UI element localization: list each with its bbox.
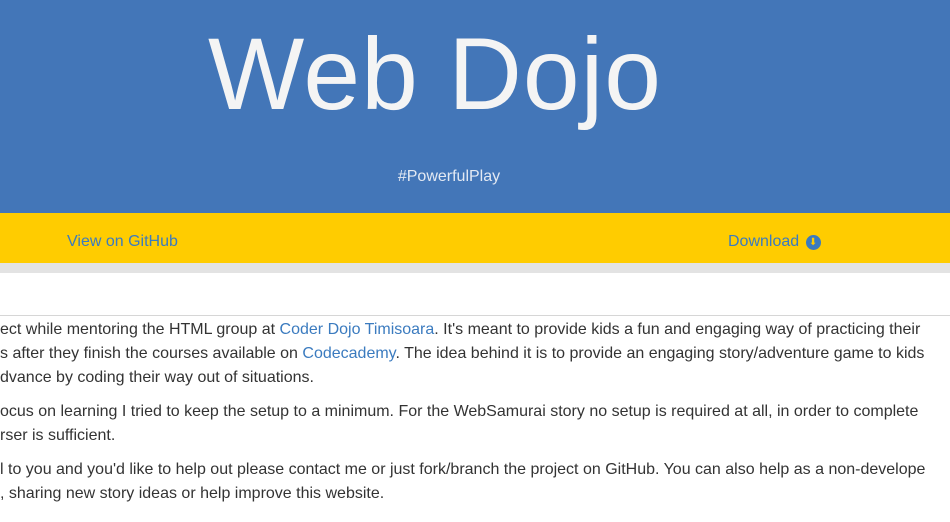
action-bar: View on GitHub Download ⬇ bbox=[0, 213, 950, 263]
intro-text: ect while mentoring the HTML group at bbox=[0, 321, 280, 338]
intro-line-3: dvance by coding their way out of situat… bbox=[0, 369, 314, 386]
intro-text: . The idea behind it is to provide an en… bbox=[395, 345, 925, 362]
setup-line-1: ocus on learning I tried to keep the set… bbox=[0, 403, 919, 420]
setup-line-2: rser is sufficient. bbox=[0, 427, 116, 444]
intro-text: s after they finish the courses availabl… bbox=[0, 345, 303, 362]
contribute-line-2: , sharing new story ideas or help improv… bbox=[0, 485, 385, 502]
view-on-github-link[interactable]: View on GitHub bbox=[67, 232, 178, 252]
hero-banner: Web Dojo #PowerfulPlay bbox=[0, 0, 950, 213]
divider bbox=[0, 315, 950, 316]
main-content: ect while mentoring the HTML group at Co… bbox=[0, 318, 950, 516]
contribute-paragraph: l to you and you'd like to help out plea… bbox=[0, 458, 950, 506]
contribute-line-1: l to you and you'd like to help out plea… bbox=[0, 461, 926, 478]
arrow-circle-down-icon: ⬇ bbox=[805, 235, 821, 250]
setup-paragraph: ocus on learning I tried to keep the set… bbox=[0, 400, 950, 448]
intro-line-1: ect while mentoring the HTML group at Co… bbox=[0, 318, 950, 342]
site-title: Web Dojo bbox=[208, 17, 663, 131]
intro-paragraph: ect while mentoring the HTML group at Co… bbox=[0, 318, 950, 390]
codecademy-link[interactable]: Codecademy bbox=[302, 345, 395, 362]
view-on-github-label: View on GitHub bbox=[67, 233, 178, 250]
site-tagline: #PowerfulPlay bbox=[397, 168, 501, 185]
intro-text: . It's meant to provide kids a fun and e… bbox=[434, 321, 921, 338]
action-bar-shadow bbox=[0, 263, 950, 273]
download-link[interactable]: Download ⬇ bbox=[728, 232, 821, 252]
intro-line-2: s after they finish the courses availabl… bbox=[0, 342, 950, 366]
download-label: Download bbox=[728, 233, 800, 250]
coder-dojo-link[interactable]: Coder Dojo Timisoara bbox=[280, 321, 435, 338]
